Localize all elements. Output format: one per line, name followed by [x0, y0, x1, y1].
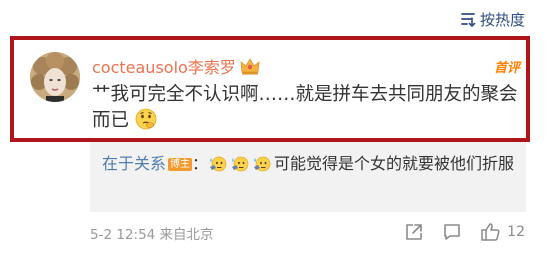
- sort-icon: [460, 11, 476, 27]
- reply-content: 在于关系 博主： 可能觉得是个女的就要被他们折服: [102, 150, 520, 180]
- sweat-emoji: [208, 153, 228, 180]
- crown-icon: [240, 57, 260, 75]
- comment-icon: [442, 222, 462, 242]
- comment-source: 来自北京: [159, 227, 214, 243]
- avatar[interactable]: [30, 52, 80, 102]
- highlighted-comment: cocteausolo李索罗 首评 艹我可完全不认识啊……就是拼车去共同朋友的聚…: [10, 36, 530, 142]
- sort-label: 按热度: [479, 10, 525, 29]
- sort-by-hot-button[interactable]: 按热度: [460, 8, 525, 30]
- like-count: 12: [507, 224, 525, 240]
- first-comment-badge: 首评: [493, 61, 520, 76]
- reply-separator: ：: [192, 154, 209, 173]
- comment-time: 5-2 12:54: [90, 227, 156, 243]
- thinking-emoji: [135, 108, 157, 138]
- blogger-badge: 博主: [168, 158, 193, 171]
- like-button[interactable]: 12: [480, 222, 525, 242]
- reply-text: 可能觉得是个女的就要被他们折服: [274, 154, 515, 173]
- comment-body: 艹我可完全不认识啊……就是拼车去共同朋友的聚会而已: [92, 82, 522, 138]
- comment-thread: 按热度 cocteausolo李索罗 首评 艹我可完全不认识啊……就是拼车去共同…: [0, 0, 547, 261]
- share-button[interactable]: [404, 222, 424, 242]
- reply-username[interactable]: 在于关系: [102, 154, 166, 173]
- commenter-name-row: cocteausolo李索罗: [92, 54, 260, 78]
- reply-block[interactable]: 在于关系 博主： 可能觉得是个女的就要被他们折服: [90, 142, 526, 212]
- comment-actions: 12: [404, 218, 525, 246]
- thumbs-up-icon: [480, 222, 502, 242]
- comment-meta: 5-2 12:54 来自北京: [90, 223, 214, 243]
- comment-button[interactable]: [442, 222, 462, 242]
- commenter-username[interactable]: cocteausolo李索罗: [92, 54, 236, 78]
- sweat-emoji: [230, 153, 250, 180]
- sweat-emoji: [252, 153, 272, 180]
- share-icon: [404, 222, 424, 242]
